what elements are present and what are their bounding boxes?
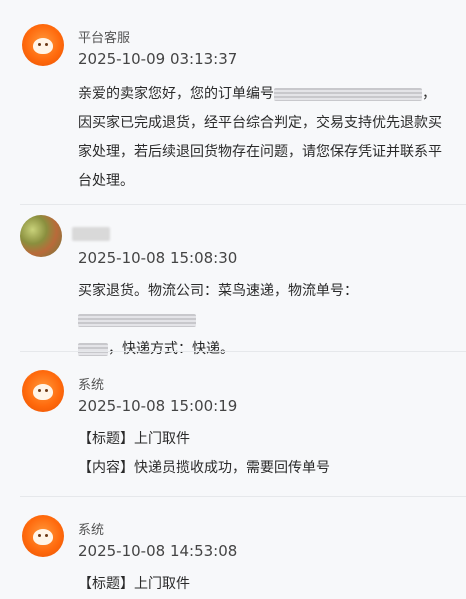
- message-body: 【标题】上门取件 【内容】快递员揽收成功，需要回传单号: [78, 425, 448, 483]
- message-time: 2025-10-08 14:53:08: [78, 542, 238, 560]
- message-body: 亲爱的卖家您好，您的订单编号 ，因买家已完成退货，经平台综合判定，交易支持优先退款…: [78, 80, 448, 196]
- message-time: 2025-10-08 15:00:19: [78, 397, 238, 415]
- avatar: [22, 370, 64, 412]
- avatar: [22, 24, 64, 66]
- sender-name: 平台客服: [78, 31, 131, 46]
- message-line: 【内容】快递员揽收成功，需要回传单号: [78, 460, 330, 476]
- message-item: 系统 2025-10-08 14:53:08 【标题】上门取件: [0, 497, 466, 594]
- body-text: 亲爱的卖家您好，您的订单编号: [78, 86, 274, 102]
- avatar: [22, 515, 64, 557]
- sender-name: 系统: [78, 523, 105, 538]
- redacted-tracking-number: [78, 313, 196, 327]
- mascot-icon: [33, 529, 53, 545]
- message-time: 2025-10-08 15:08:30: [78, 249, 238, 267]
- message-time: 2025-10-09 03:13:37: [78, 50, 238, 68]
- message-item: 2025-10-08 15:08:30 买家退货。物流公司：菜鸟速递，物流单号：…: [0, 205, 466, 357]
- message-line: 【标题】上门取件: [78, 431, 190, 447]
- redacted-order-number: [274, 87, 422, 101]
- mascot-icon: [33, 38, 53, 54]
- mascot-icon: [33, 384, 53, 400]
- message-item: 平台客服 2025-10-09 03:13:37 亲爱的卖家您好，您的订单编号，…: [0, 0, 466, 205]
- sender-name: 系统: [78, 378, 105, 393]
- body-text: 买家退货。物流公司：菜鸟速递，物流单号：: [78, 283, 358, 299]
- avatar: [20, 215, 62, 257]
- redacted-sender-name: [72, 227, 110, 241]
- message-body: 【标题】上门取件: [78, 570, 448, 599]
- message-item: 系统 2025-10-08 15:00:19 【标题】上门取件 【内容】快递员揽…: [0, 352, 466, 497]
- message-line: 【标题】上门取件: [78, 576, 190, 592]
- message-feed: 平台客服 2025-10-09 03:13:37 亲爱的卖家您好，您的订单编号，…: [0, 0, 466, 594]
